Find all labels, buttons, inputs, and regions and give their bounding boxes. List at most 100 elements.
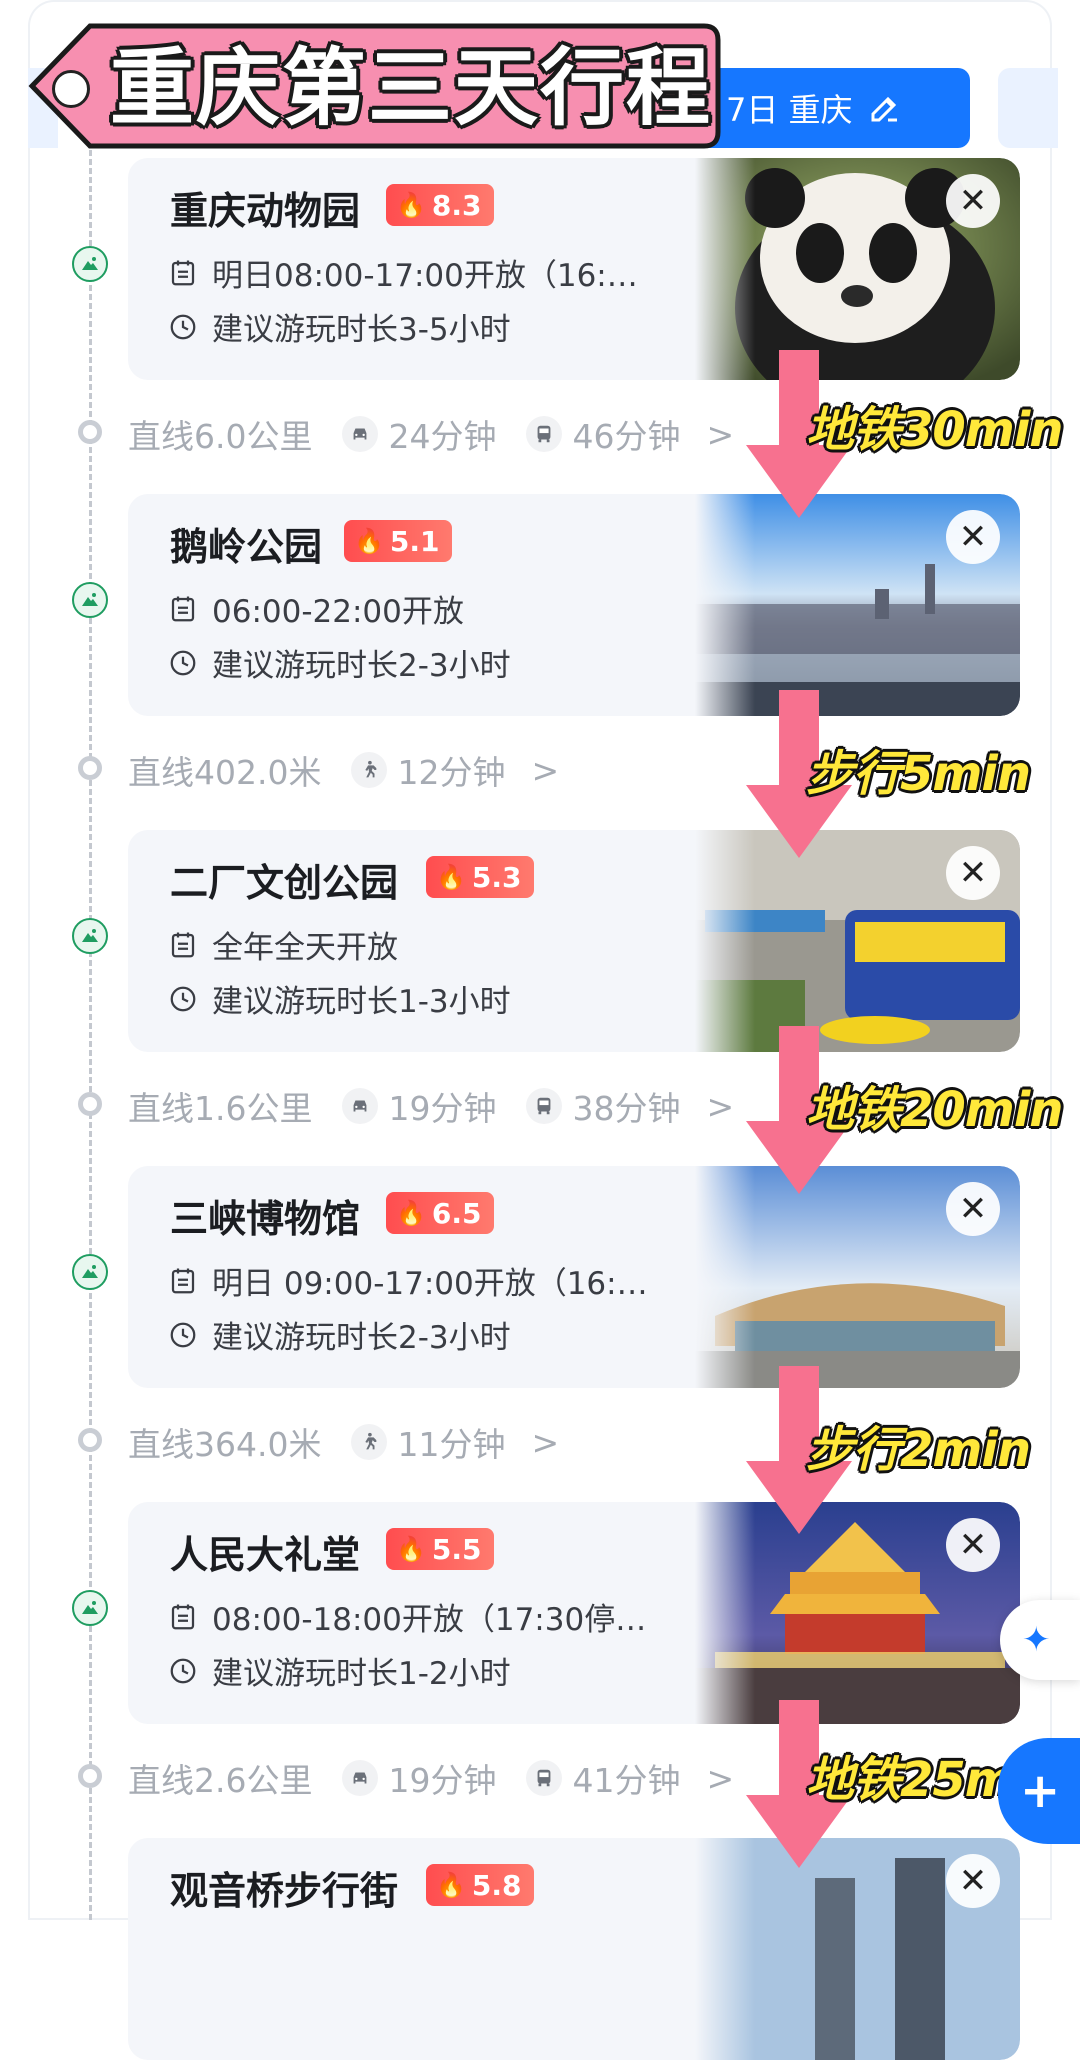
heat-badge: 🔥 6.5 — [386, 1192, 494, 1234]
heat-value: 5.3 — [471, 860, 522, 894]
poi-name: 二厂文创公园 — [170, 861, 399, 905]
remove-button[interactable]: ✕ — [946, 1518, 1000, 1572]
poi-card[interactable]: 二厂文创公园 🔥 5.3 全年全天开放 建议游玩时长1-3小时 ✕ — [128, 830, 1020, 1052]
timeline-line — [89, 150, 92, 1920]
next-day-tab[interactable] — [998, 68, 1058, 148]
route-row[interactable]: 直线6.0公里 24分钟 46分钟 > — [128, 410, 734, 458]
bus-time: 41分钟 — [572, 1761, 681, 1800]
car-icon — [342, 1088, 379, 1124]
clock-icon — [170, 650, 196, 675]
duration: 建议游玩时长1-2小时 — [168, 1648, 511, 1693]
hours-text: 06:00-22:00开放 — [212, 594, 464, 630]
car-time: 24分钟 — [388, 417, 497, 456]
poi-photo[interactable]: ✕ — [695, 1166, 1020, 1388]
calendar-icon — [171, 260, 195, 285]
chevron-right-icon: > — [706, 1086, 735, 1126]
clock-icon — [170, 986, 196, 1011]
car-icon — [342, 416, 379, 452]
open-hours: 全年全天开放 — [168, 922, 398, 967]
poi-name: 重庆动物园 — [170, 189, 361, 233]
poi-marker-icon — [72, 918, 108, 954]
close-icon: ✕ — [958, 853, 988, 893]
remove-button[interactable]: ✕ — [946, 846, 1000, 900]
route-row[interactable]: 直线1.6公里 19分钟 38分钟 > — [128, 1082, 734, 1130]
duration: 建议游玩时长1-3小时 — [168, 976, 511, 1021]
calendar-icon — [171, 1268, 195, 1293]
hours-text: 08:00-18:00开放（17:30停… — [212, 1602, 647, 1638]
heat-badge: 🔥 8.3 — [386, 184, 494, 226]
bus-icon — [526, 416, 563, 452]
assistant-button[interactable]: ✦ — [1000, 1600, 1080, 1680]
heat-value: 6.5 — [431, 1196, 482, 1230]
transit-overlay-label: 地铁20min — [806, 1082, 1063, 1138]
route-row[interactable]: 直线2.6公里 19分钟 41分钟 > — [128, 1754, 734, 1802]
remove-button[interactable]: ✕ — [946, 1182, 1000, 1236]
route-row[interactable]: 直线364.0米 11分钟 > — [128, 1418, 559, 1466]
chevron-right-icon: > — [706, 1758, 735, 1798]
poi-photo[interactable]: ✕ — [695, 494, 1020, 716]
duration-text: 建议游玩时长1-2小时 — [212, 1656, 511, 1692]
route-distance: 直线364.0米 — [128, 1425, 322, 1464]
flame-icon: 🔥 — [396, 191, 426, 219]
walk-icon — [351, 1424, 388, 1460]
clock-icon — [170, 314, 196, 339]
heat-value: 5.1 — [389, 524, 440, 558]
bus-icon — [526, 1088, 563, 1124]
tag-hole-icon — [52, 70, 90, 108]
bus-icon — [526, 1760, 563, 1796]
car-icon — [342, 1760, 379, 1796]
open-hours: 08:00-18:00开放（17:30停… — [168, 1594, 646, 1639]
duration-text: 建议游玩时长3-5小时 — [212, 312, 511, 348]
poi-name: 观音桥步行街 — [170, 1869, 399, 1913]
poi-marker-icon — [72, 1254, 108, 1290]
route-marker — [78, 1764, 102, 1788]
route-row[interactable]: 直线402.0米 12分钟 > — [128, 746, 559, 794]
poi-card[interactable]: 三峡博物馆 🔥 6.5 明日 09:00-17:00开放（16:… 建议游玩时长… — [128, 1166, 1020, 1388]
heat-value: 8.3 — [431, 188, 482, 222]
hours-text: 明日 09:00-17:00开放（16:… — [212, 1266, 648, 1302]
open-hours: 06:00-22:00开放 — [168, 586, 464, 631]
remove-button[interactable]: ✕ — [946, 174, 1000, 228]
duration: 建议游玩时长2-3小时 — [168, 640, 511, 685]
poi-card[interactable]: 人民大礼堂 🔥 5.5 08:00-18:00开放（17:30停… 建议游玩时长… — [128, 1502, 1020, 1724]
flame-icon: 🔥 — [436, 863, 466, 891]
chevron-right-icon: > — [706, 414, 735, 454]
duration-text: 建议游玩时长1-3小时 — [212, 984, 511, 1020]
walk-time: 12分钟 — [397, 753, 506, 792]
poi-photo[interactable]: ✕ — [695, 158, 1020, 380]
poi-marker-icon — [72, 246, 108, 282]
edit-icon[interactable] — [867, 90, 903, 126]
open-hours: 明日08:00-17:00开放（16:… — [168, 250, 638, 295]
poi-photo[interactable]: ✕ — [695, 830, 1020, 1052]
poi-photo[interactable]: ✕ — [695, 1838, 1020, 2060]
poi-marker-icon — [72, 1590, 108, 1626]
route-marker — [78, 756, 102, 780]
close-icon: ✕ — [958, 1525, 988, 1565]
calendar-icon — [171, 1604, 195, 1629]
heat-value: 5.5 — [431, 1532, 482, 1566]
bus-time: 46分钟 — [572, 417, 681, 456]
poi-name: 鹅岭公园 — [170, 525, 323, 569]
heat-badge: 🔥 5.8 — [426, 1864, 534, 1906]
chevron-right-icon: > — [531, 1422, 560, 1462]
remove-button[interactable]: ✕ — [946, 510, 1000, 564]
route-distance: 直线1.6公里 — [128, 1089, 313, 1128]
hours-text: 全年全天开放 — [212, 930, 398, 966]
route-marker — [78, 1428, 102, 1452]
title-banner: 重庆第三天行程 — [28, 22, 722, 150]
flame-icon: 🔥 — [396, 1535, 426, 1563]
poi-card[interactable]: 鹅岭公园 🔥 5.1 06:00-22:00开放 建议游玩时长2-3小时 ✕ — [128, 494, 1020, 716]
flame-icon: 🔥 — [436, 1871, 466, 1899]
heat-badge: 🔥 5.5 — [386, 1528, 494, 1570]
plus-icon: + — [1020, 1763, 1061, 1819]
walk-icon — [351, 752, 388, 788]
poi-card[interactable]: 观音桥步行街 🔥 5.8 ✕ — [128, 1838, 1020, 2060]
flame-icon: 🔥 — [396, 1199, 426, 1227]
duration: 建议游玩时长3-5小时 — [168, 304, 511, 349]
poi-card[interactable]: 重庆动物园 🔥 8.3 明日08:00-17:00开放（16:… 建议游玩时长3… — [128, 158, 1020, 380]
duration-text: 建议游玩时长2-3小时 — [212, 1320, 511, 1356]
remove-button[interactable]: ✕ — [946, 1854, 1000, 1908]
flame-icon: 🔥 — [354, 527, 384, 555]
close-icon: ✕ — [958, 1189, 988, 1229]
day-tab-selected[interactable]: 7日 重庆 — [700, 68, 970, 148]
